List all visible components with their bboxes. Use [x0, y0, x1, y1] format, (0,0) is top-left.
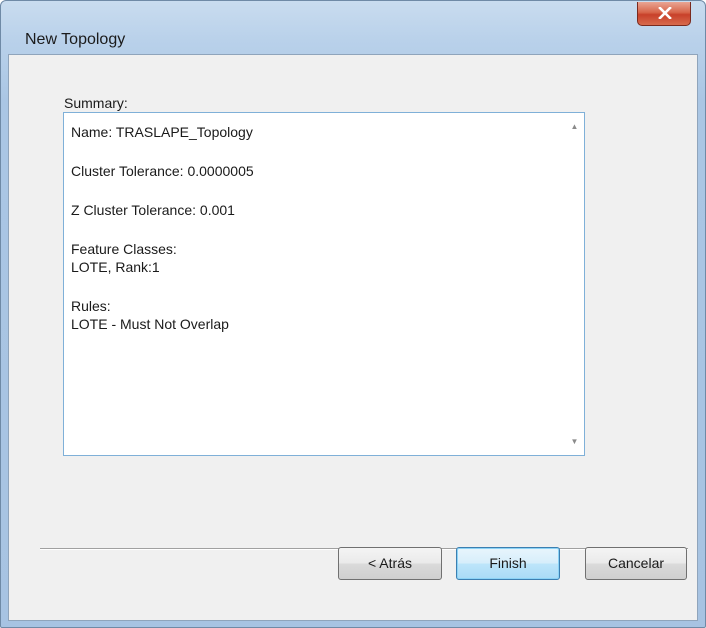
summary-scrollbar[interactable]: ▲ ▼: [566, 114, 583, 454]
summary-line: Feature Classes:: [71, 241, 177, 257]
dialog-body: Summary: Name: TRASLAPE_Topology Cluster…: [8, 54, 698, 621]
back-button[interactable]: < Atrás: [338, 547, 442, 580]
dialog-window: New Topology Summary: Name: TRASLAPE_Top…: [0, 0, 706, 628]
scroll-up-arrow-icon[interactable]: ▲: [566, 118, 583, 135]
summary-line: Rules:: [71, 298, 111, 314]
summary-label: Summary:: [64, 95, 128, 111]
title-bar[interactable]: New Topology: [1, 1, 705, 51]
summary-block-z-cluster-tolerance: Z Cluster Tolerance: 0.001: [71, 201, 551, 219]
summary-line: Z Cluster Tolerance: 0.001: [71, 202, 235, 218]
summary-textbox[interactable]: Name: TRASLAPE_Topology Cluster Toleranc…: [63, 112, 585, 456]
summary-line: Name: TRASLAPE_Topology: [71, 124, 253, 140]
scroll-down-arrow-icon[interactable]: ▼: [566, 433, 583, 450]
summary-block-rules: Rules: LOTE - Must Not Overlap: [71, 297, 551, 333]
summary-block-name: Name: TRASLAPE_Topology: [71, 123, 551, 141]
summary-text: Name: TRASLAPE_Topology Cluster Toleranc…: [71, 123, 551, 354]
summary-block-cluster-tolerance: Cluster Tolerance: 0.0000005: [71, 162, 551, 180]
close-icon: [658, 7, 672, 19]
window-title: New Topology: [25, 31, 126, 48]
summary-line: LOTE, Rank:1: [71, 259, 160, 275]
summary-block-feature-classes: Feature Classes: LOTE, Rank:1: [71, 240, 551, 276]
summary-line: LOTE - Must Not Overlap: [71, 316, 229, 332]
summary-line: Cluster Tolerance: 0.0000005: [71, 163, 254, 179]
close-button[interactable]: [637, 2, 691, 26]
cancel-button[interactable]: Cancelar: [585, 547, 687, 580]
finish-button[interactable]: Finish: [456, 547, 560, 580]
